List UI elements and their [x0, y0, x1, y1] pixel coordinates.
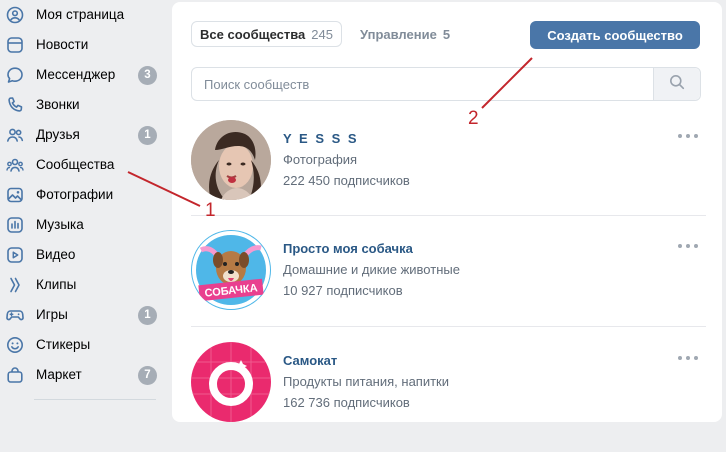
sidebar-item-label: Мессенджер: [36, 67, 116, 82]
games-badge: 1: [138, 306, 157, 325]
sidebar-item-news[interactable]: Новости: [0, 30, 170, 60]
market-badge: 7: [138, 366, 157, 385]
create-community-button[interactable]: Создать сообщество: [530, 21, 700, 49]
sidebar-item-friends[interactable]: Друзья 1: [0, 120, 170, 150]
more-options-icon[interactable]: [678, 354, 698, 362]
search-bar: [191, 67, 701, 101]
communities-icon: [6, 156, 24, 174]
community-item[interactable]: СОБАЧКА Просто моя собачка Домашние и ди…: [172, 230, 722, 340]
more-options-icon[interactable]: [678, 132, 698, 140]
sidebar-item-label: Друзья: [36, 127, 80, 142]
community-category: Домашние и дикие животные: [283, 262, 460, 277]
tab-management[interactable]: Управление 5: [360, 21, 450, 47]
sidebar-item-label: Клипы: [36, 277, 77, 292]
sidebar-item-video[interactable]: Видео: [0, 240, 170, 270]
phone-icon: [6, 96, 24, 114]
tab-label: Управление: [360, 26, 437, 42]
sidebar-item-label: Звонки: [36, 97, 80, 112]
video-icon: [6, 246, 24, 264]
music-icon: [6, 216, 24, 234]
sidebar-item-label: Сообщества: [36, 157, 115, 172]
community-subscribers: 10 927 подписчиков: [283, 283, 403, 298]
annotation-label-2: 2: [468, 108, 479, 129]
communities-panel: Все сообщества 245 Управление 5 Создать …: [172, 2, 722, 422]
tab-count: 245: [311, 26, 333, 42]
community-name[interactable]: Y E S S S: [283, 131, 359, 146]
sidebar-item-label: Фотографии: [36, 187, 114, 202]
sidebar-item-stickers[interactable]: Стикеры: [0, 330, 170, 360]
community-category: Фотография: [283, 152, 358, 167]
sidebar-item-market[interactable]: Маркет 7: [0, 360, 170, 390]
sidebar-item-label: Маркет: [36, 367, 82, 382]
row-divider: [191, 326, 706, 327]
community-name[interactable]: Самокат: [283, 353, 337, 368]
search-button[interactable]: [653, 68, 700, 100]
sidebar-item-games[interactable]: Игры 1: [0, 300, 170, 330]
sidebar-item-label: Игры: [36, 307, 68, 322]
user-circle-icon: [6, 6, 24, 24]
community-subscribers: 162 736 подписчиков: [283, 395, 410, 410]
community-item[interactable]: Самокат Продукты питания, напитки 162 73…: [172, 342, 722, 452]
sidebar-item-communities[interactable]: Сообщества: [0, 150, 170, 180]
sidebar-item-clips[interactable]: Клипы: [0, 270, 170, 300]
sidebar-divider: [34, 399, 156, 400]
sidebar-item-label: Новости: [36, 37, 89, 52]
sidebar-item-photos[interactable]: Фотографии: [0, 180, 170, 210]
tab-all-communities[interactable]: Все сообщества 245: [191, 21, 342, 47]
community-item[interactable]: Y E S S S Фотография 222 450 подписчиков: [172, 120, 722, 230]
row-divider: [191, 215, 706, 216]
gamepad-icon: [6, 306, 24, 324]
sidebar-item-label: Музыка: [36, 217, 84, 232]
clips-icon: [6, 276, 24, 294]
friends-icon: [6, 126, 24, 144]
tab-label: Все сообщества: [200, 26, 306, 42]
sidebar-item-messenger[interactable]: Мессенджер 3: [0, 60, 170, 90]
sidebar-item-label: Видео: [36, 247, 76, 262]
search-icon: [669, 74, 685, 95]
sticker-icon: [6, 336, 24, 354]
sidebar-item-my-page[interactable]: Моя страница: [0, 0, 170, 30]
community-category: Продукты питания, напитки: [283, 374, 450, 389]
community-subscribers: 222 450 подписчиков: [283, 173, 410, 188]
sidebar-item-music[interactable]: Музыка: [0, 210, 170, 240]
photo-icon: [6, 186, 24, 204]
left-sidebar: Моя страница Новости Мессенджер 3 Звонки…: [0, 0, 170, 410]
tab-count: 5: [442, 26, 451, 42]
market-icon: [6, 366, 24, 384]
unread-badge: 3: [138, 66, 157, 85]
annotation-label-1: 1: [205, 200, 216, 221]
community-name[interactable]: Просто моя собачка: [283, 241, 413, 256]
message-icon: [6, 66, 24, 84]
community-avatar[interactable]: [191, 342, 271, 422]
sidebar-item-calls[interactable]: Звонки: [0, 90, 170, 120]
search-input[interactable]: [192, 68, 652, 100]
more-options-icon[interactable]: [678, 242, 698, 250]
community-avatar[interactable]: СОБАЧКА: [191, 230, 271, 310]
friends-badge: 1: [138, 126, 157, 145]
sidebar-item-label: Моя страница: [36, 7, 125, 22]
sidebar-item-label: Стикеры: [36, 337, 91, 352]
news-icon: [6, 36, 24, 54]
community-avatar[interactable]: [191, 120, 271, 200]
